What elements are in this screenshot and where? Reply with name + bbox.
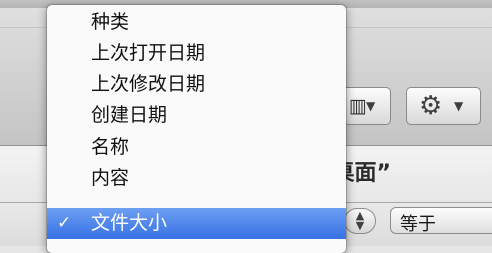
menu-item-last-opened-date[interactable]: 上次打开日期: [47, 38, 346, 69]
action-menu-button[interactable]: ⚙ ▼: [406, 87, 481, 125]
menu-item-label: 上次打开日期: [91, 42, 206, 64]
menu-item-kind[interactable]: 种类: [47, 7, 346, 38]
checkmark-icon: ✓: [57, 213, 72, 233]
menu-item-name[interactable]: 名称: [47, 132, 346, 163]
attribute-popup-stepper[interactable]: ▲ ▼: [344, 208, 376, 234]
up-down-arrows-icon: ▲ ▼: [355, 209, 365, 232]
menu-item-label: 种类: [91, 11, 130, 33]
attribute-dropdown-menu: 种类 上次打开日期 上次修改日期 创建日期 名称 内容 ✓ 文件大小: [47, 5, 346, 253]
view-options-button[interactable]: ▥ ▼: [345, 87, 391, 125]
menu-item-last-modified-date[interactable]: 上次修改日期: [47, 69, 346, 100]
menu-item-file-size[interactable]: ✓ 文件大小: [47, 208, 346, 239]
menu-item-contents[interactable]: 内容: [47, 163, 346, 194]
view-icon: ▥: [349, 95, 367, 117]
operator-select-label: 等于: [400, 214, 436, 235]
menu-item-created-date[interactable]: 创建日期: [47, 100, 346, 131]
caret-down-icon: ▼: [454, 99, 464, 113]
menu-item-label: 上次修改日期: [91, 73, 206, 95]
menu-item-label: 文件大小: [91, 212, 168, 234]
gear-icon: ⚙: [419, 91, 443, 121]
operator-select[interactable]: 等于: [390, 207, 492, 235]
menu-item-label: 创建日期: [91, 104, 168, 126]
menu-item-label: 名称: [91, 136, 130, 158]
menu-item-label: 内容: [91, 167, 130, 189]
caret-down-icon: ▼: [366, 99, 376, 113]
